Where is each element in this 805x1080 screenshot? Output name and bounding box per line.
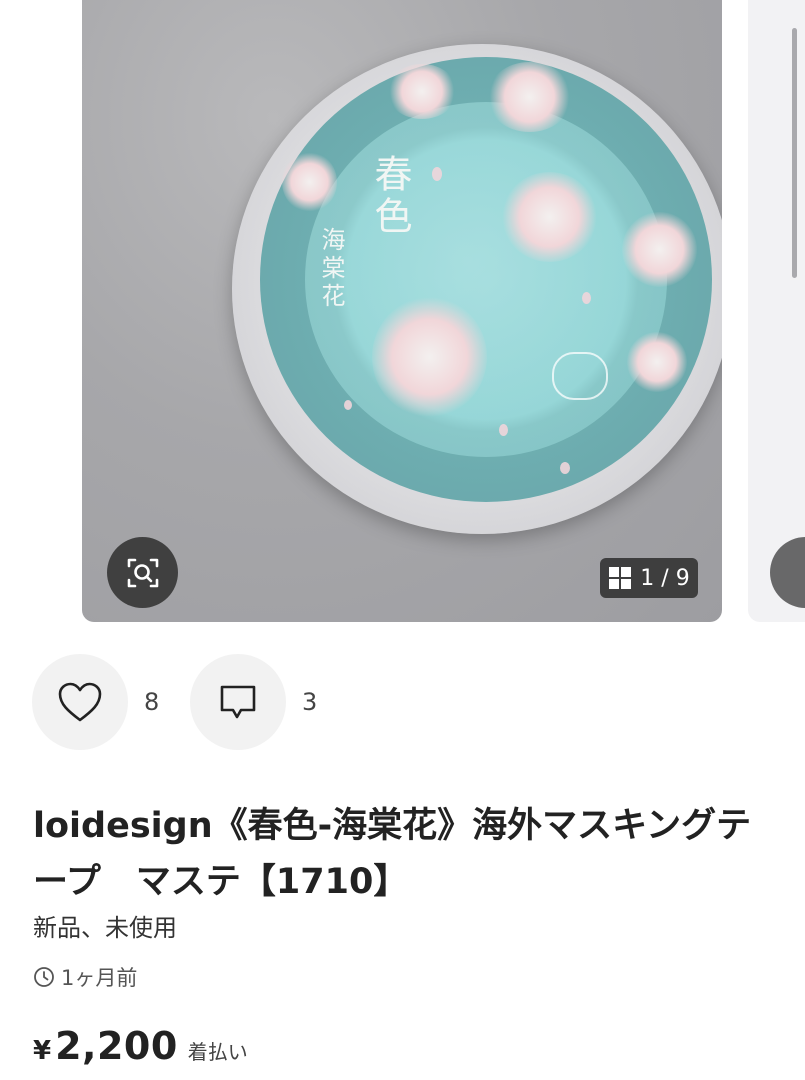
posted-time: 1ヶ月前 [33,962,137,992]
blossom-decoration [282,152,337,212]
tape-subtitle-text: 海棠花 [317,227,345,311]
item-title: loidesign《春色-海棠花》海外マスキングテープ マステ【1710】 [33,806,752,902]
comment-count: 3 [302,688,318,716]
image-counter-text: 1 / 9 [640,565,690,591]
image-counter: 1 / 9 [600,558,698,598]
blossom-decoration [387,64,457,119]
image-carousel[interactable]: 春色 海棠花 1 / 9 [0,0,805,625]
price-value: 2,200 [55,1024,178,1068]
petal-decoration [432,167,442,181]
blossom-decoration [622,212,697,287]
comment-button[interactable] [190,654,286,750]
blossom-decoration [372,297,487,417]
posted-time-text: 1ヶ月前 [61,966,138,990]
tape-title-text: 春色 [368,154,412,238]
petal-decoration [560,462,570,474]
like-count: 8 [144,688,160,716]
brand-logo-mark [552,352,608,400]
zoom-button[interactable] [107,537,178,608]
product-photo[interactable]: 春色 海棠花 [82,0,722,622]
blossom-decoration [627,332,687,392]
blossom-decoration [502,172,597,262]
blossom-decoration [487,62,572,132]
petal-decoration [344,400,352,410]
clock-icon [34,967,54,987]
currency-symbol: ¥ [33,1036,52,1066]
grid-icon [609,567,632,589]
zoom-search-icon [127,558,158,587]
price-row: ¥ 2,200 着払い [33,1024,248,1068]
heart-icon [58,682,102,722]
petal-decoration [499,424,508,436]
like-button[interactable] [32,654,128,750]
engagement-bar: 8 3 [32,654,348,750]
tape-roll-core [305,102,667,457]
scrollbar-thumb[interactable] [792,28,797,278]
petal-decoration [582,292,591,304]
shipping-method: 着払い [187,1040,248,1064]
comment-icon [220,685,256,719]
item-condition: 新品、未使用 [33,914,177,942]
